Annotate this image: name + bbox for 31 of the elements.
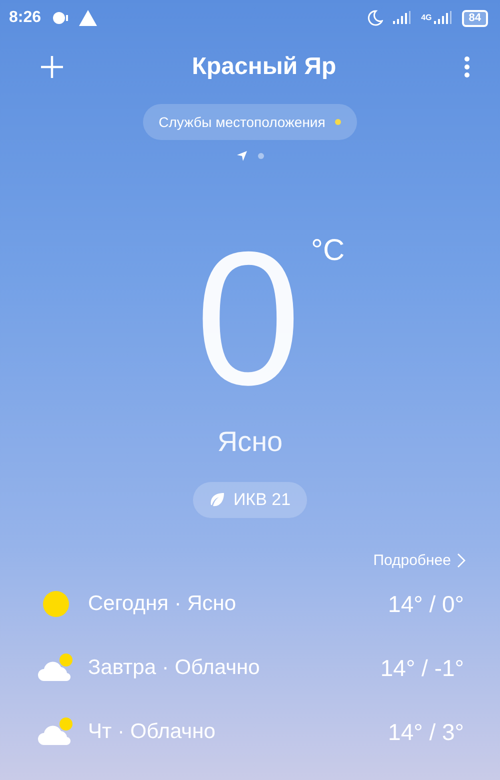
forecast-day: Завтра · Облачно	[88, 656, 366, 680]
chevron-right-icon	[457, 553, 466, 568]
forecast-temperatures: 14° / 3°	[388, 718, 464, 746]
more-details-link[interactable]: Подробнее	[373, 552, 466, 569]
warning-icon	[79, 10, 98, 26]
battery-level: 84	[462, 10, 488, 26]
weather-condition: Ясно	[216, 426, 284, 458]
add-icon[interactable]	[40, 55, 64, 79]
cloud-sun-icon	[38, 653, 74, 683]
cloud-sun-icon	[38, 717, 74, 747]
signal-icon	[393, 11, 412, 25]
forecast-temperatures: 14° / -1°	[380, 654, 464, 682]
temperature-unit: °C	[311, 234, 345, 268]
signal-icon	[434, 11, 452, 25]
status-time: 8:26	[9, 9, 42, 27]
air-quality-pill[interactable]: ИКВ 21	[193, 482, 307, 518]
network-type: 4G	[421, 14, 432, 22]
location-services-label: Службы местоположения	[158, 114, 326, 130]
more-menu-icon[interactable]	[464, 56, 470, 78]
location-arrow-icon[interactable]	[236, 150, 248, 162]
location-services-pill[interactable]: Службы местоположения	[142, 104, 358, 140]
page-dot[interactable]	[258, 153, 264, 159]
air-quality-label: ИКВ 21	[233, 490, 291, 510]
current-temperature: 0	[195, 234, 301, 404]
forecast-day: Сегодня · Ясно	[88, 592, 374, 616]
forecast-day: Чт · Облачно	[88, 720, 374, 744]
leaf-icon	[209, 492, 226, 508]
city-title: Красный Яр	[190, 53, 338, 81]
forecast-temperatures: 14° / 0°	[388, 590, 464, 618]
notification-icon	[51, 10, 70, 26]
moon-icon	[367, 10, 384, 26]
